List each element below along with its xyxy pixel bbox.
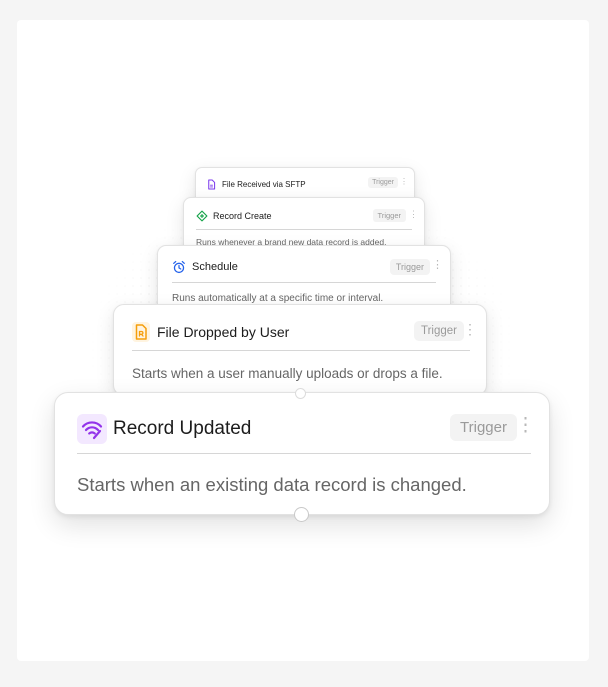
divider [77,453,531,454]
connector-handle-bottom[interactable] [294,507,309,522]
trigger-card-file-dropped-by-user[interactable]: File Dropped by User Trigger ⋮ Starts wh… [113,304,487,396]
card-title: Record Updated [113,417,252,439]
trigger-card-record-updated[interactable]: Record Updated Trigger ⋮ Starts when an … [54,392,550,515]
kebab-menu-icon[interactable]: ⋮ [409,209,418,220]
trigger-badge: Trigger [389,259,430,275]
card-title: Schedule [192,261,238,273]
trigger-badge: Trigger [372,209,406,222]
connector-handle-top[interactable] [295,388,306,399]
kebab-menu-icon[interactable]: ⋮ [400,177,408,186]
card-description: Starts when a user manually uploads or d… [132,366,443,381]
trigger-badge: Trigger [450,414,517,441]
card-title: Record Create [213,211,272,221]
kebab-menu-icon[interactable]: ⋮ [432,258,443,271]
divider [172,282,436,283]
card-title: File Dropped by User [157,324,290,340]
signal-update-icon [77,413,107,444]
kebab-menu-icon[interactable]: ⋮ [516,414,535,437]
kebab-menu-icon[interactable]: ⋮ [463,321,477,338]
card-description: Runs automatically at a specific time or… [172,293,384,304]
file-icon [206,179,217,190]
trigger-badge: Trigger [414,321,464,341]
divider [132,350,470,351]
divider [196,229,412,230]
file-upload-icon [132,322,150,342]
card-title: File Received via SFTP [222,179,306,189]
trigger-badge: Trigger [368,177,398,188]
plus-diamond-icon [196,210,208,222]
card-description: Starts when an existing data record is c… [77,474,467,495]
alarm-clock-icon [172,260,186,274]
